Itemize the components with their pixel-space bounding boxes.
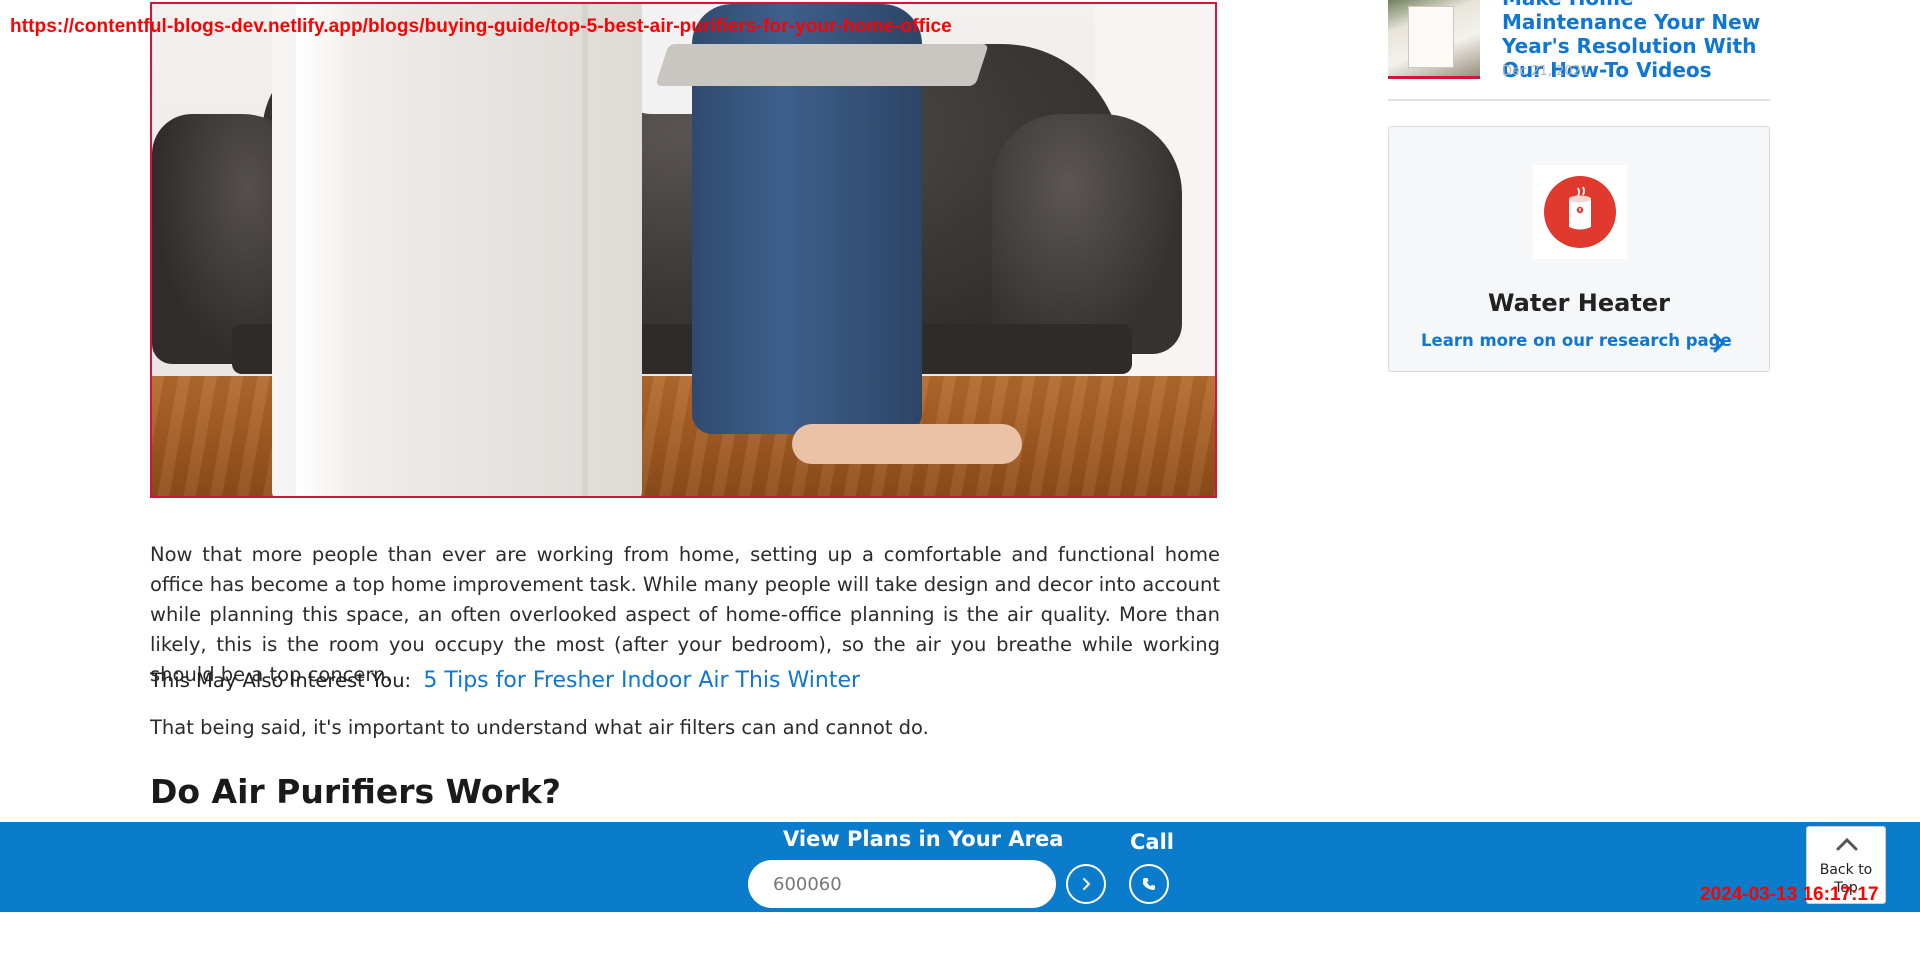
hero-sofa-arm [992,114,1182,354]
hero-person-feet [792,424,1022,464]
call-label: Call [1130,830,1174,854]
research-card: Water Heater Learn more on our research … [1388,126,1770,372]
water-heater-icon [1544,176,1616,248]
research-page-link[interactable]: Learn more on our research page [1421,331,1732,350]
zip-code-input[interactable] [748,860,1056,908]
interest-link[interactable]: 5 Tips for Fresher Indoor Air This Winte… [423,668,860,693]
hero-image [150,2,1217,498]
zip-submit-button[interactable] [1066,864,1106,904]
url-overlay: https://contentful-blogs-dev.netlify.app… [10,16,952,37]
section-heading: Do Air Purifiers Work? [150,772,561,811]
hero-air-purifier [272,4,642,496]
related-post-thumbnail[interactable] [1388,0,1480,79]
card-icon-box [1533,165,1627,259]
bottom-plans-bar: View Plans in Your Area Call [0,822,1920,912]
hero-laptop [655,44,989,86]
phone-icon [1142,878,1155,890]
related-interest: This May Also Interest You: 5 Tips for F… [150,668,860,693]
card-title: Water Heater [1488,289,1670,317]
interest-label: This May Also Interest You: [150,669,412,692]
article-paragraph-2: That being said, it's important to under… [150,716,929,739]
sidebar-divider [1388,99,1770,101]
timestamp-overlay: 2024-03-13 16:17:17 [1700,884,1879,905]
related-post-date: Dec 21, 2021 [1502,64,1590,79]
view-plans-title: View Plans in Your Area [783,827,1064,851]
related-post[interactable]: Make Home Maintenance Your New Year's Re… [1388,0,1770,100]
chevron-right-icon [1083,878,1091,890]
chevron-up-icon [1836,837,1858,851]
call-button[interactable] [1129,864,1169,904]
chevron-right-icon[interactable] [1709,331,1729,355]
